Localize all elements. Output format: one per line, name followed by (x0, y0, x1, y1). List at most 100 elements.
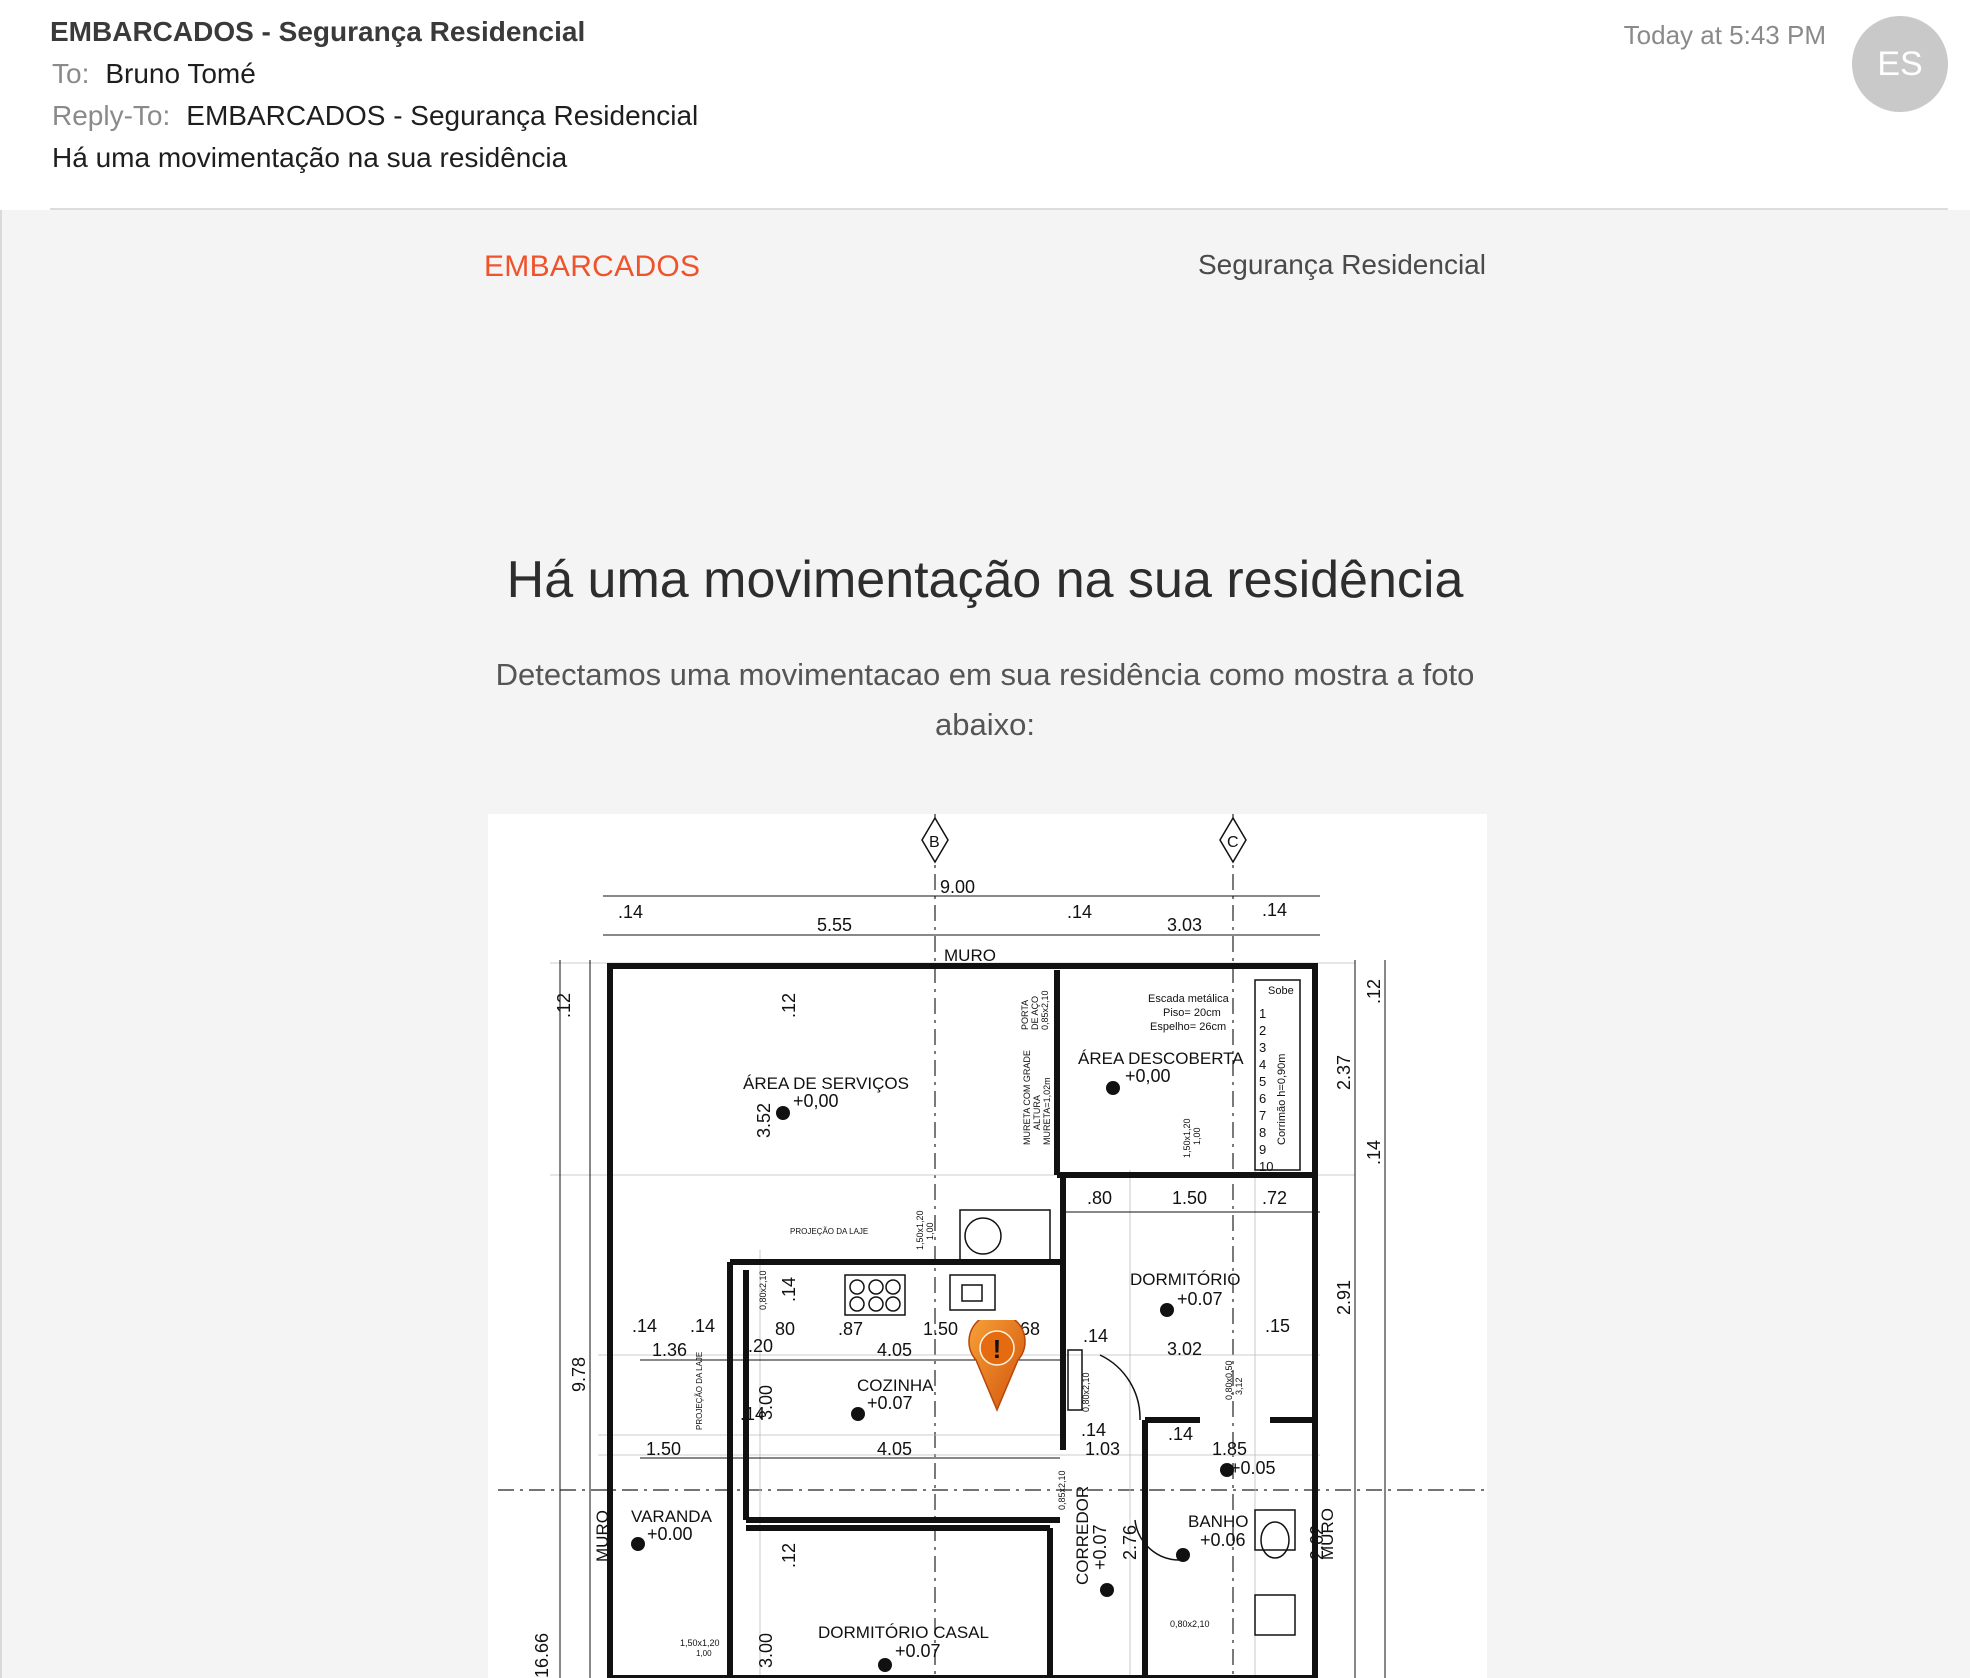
brand-logo[interactable]: EMBARCADOS (484, 250, 700, 284)
alert-marker-pin[interactable]: ! (968, 1320, 1026, 1412)
svg-text:.14: .14 (1081, 1420, 1106, 1440)
to-label: To: (52, 58, 90, 89)
to-recipient[interactable]: Bruno Tomé (105, 58, 255, 89)
svg-text:1,00: 1,00 (1192, 1127, 1202, 1145)
svg-text:.14: .14 (1168, 1424, 1193, 1444)
svg-text:7: 7 (1259, 1108, 1266, 1123)
svg-text:9.78: 9.78 (569, 1357, 589, 1392)
message-header: EMBARCADOS - Segurança Residencial To: Br… (0, 0, 1970, 210)
svg-text:.14: .14 (779, 1277, 799, 1302)
warning-icon: ! (993, 1334, 1002, 1364)
svg-text:Escada metálica: Escada metálica (1148, 993, 1230, 1005)
svg-text:B: B (929, 834, 940, 851)
svg-text:.12: .12 (554, 993, 574, 1018)
svg-text:0,85x2,10: 0,85x2,10 (1057, 1470, 1067, 1510)
axis-marker-b: B (921, 816, 949, 864)
svg-text:1.85: 1.85 (1212, 1439, 1247, 1459)
svg-text:ALTURA: ALTURA (1032, 1095, 1042, 1130)
svg-text:3.02: 3.02 (1167, 1339, 1202, 1359)
svg-text:.14: .14 (1364, 1140, 1384, 1165)
svg-text:+0.05: +0.05 (1230, 1458, 1276, 1478)
svg-text:+0.00: +0.00 (647, 1524, 693, 1544)
svg-text:+0.07: +0.07 (1177, 1289, 1223, 1309)
svg-text:1: 1 (1259, 1006, 1266, 1021)
svg-text:1.50: 1.50 (646, 1439, 681, 1459)
walls (607, 963, 1318, 1678)
sender-name[interactable]: EMBARCADOS - Segurança Residencial (50, 16, 585, 48)
svg-text:6: 6 (1259, 1091, 1266, 1106)
svg-text:MURO: MURO (1318, 1508, 1337, 1560)
svg-text:PORTA: PORTA (1020, 1000, 1030, 1030)
svg-text:PROJEÇÃO DA LAJE: PROJEÇÃO DA LAJE (695, 1352, 704, 1430)
svg-text:.20: .20 (748, 1336, 773, 1356)
floorplan-image[interactable]: B C 1 2 3 4 5 6 7 8 9 10 9.00 5.55 3.03 … (488, 814, 1487, 1678)
svg-text:8: 8 (1259, 1125, 1266, 1140)
svg-text:Sobe: Sobe (1268, 985, 1294, 997)
svg-text:3,12: 3,12 (1234, 1377, 1244, 1395)
room-labels: MURO MURO MURO ÁREA DE SERVIÇOS +0,00 ÁR… (593, 946, 1337, 1661)
svg-text:MURO: MURO (593, 1510, 612, 1562)
svg-text:3.03: 3.03 (1167, 915, 1202, 935)
stair-numbers: 1 2 3 4 5 6 7 8 9 10 (1259, 1006, 1273, 1174)
svg-text:DORMITÓRIO: DORMITÓRIO (1130, 1270, 1241, 1289)
avatar[interactable]: ES (1852, 16, 1948, 112)
svg-text:0,85x2,10: 0,85x2,10 (1040, 990, 1050, 1030)
reply-to-row: Reply-To: EMBARCADOS - Segurança Residenc… (52, 100, 698, 132)
svg-text:MURETA=1,02m: MURETA=1,02m (1042, 1077, 1052, 1145)
svg-text:0,80x2,10: 0,80x2,10 (758, 1270, 768, 1310)
svg-text:16.66: 16.66 (532, 1633, 552, 1678)
svg-text:.14: .14 (618, 902, 643, 922)
svg-text:5.55: 5.55 (817, 915, 852, 935)
svg-text:.14: .14 (1067, 902, 1092, 922)
svg-text:0,80x2,10: 0,80x2,10 (1081, 1372, 1091, 1412)
svg-text:Corrimão h=0,90m: Corrimão h=0,90m (1276, 1054, 1288, 1145)
reply-to-address[interactable]: EMBARCADOS - Segurança Residencial (186, 100, 698, 131)
svg-text:.80: .80 (1087, 1188, 1112, 1208)
svg-text:Piso= 20cm: Piso= 20cm (1163, 1007, 1221, 1019)
svg-text:3.00: 3.00 (756, 1385, 776, 1420)
svg-text:MURETA COM GRADE: MURETA COM GRADE (1022, 1050, 1032, 1145)
svg-text:.12: .12 (779, 1543, 799, 1568)
svg-text:3.00: 3.00 (756, 1633, 776, 1668)
svg-text:2: 2 (1259, 1023, 1266, 1038)
svg-text:.15: .15 (1265, 1316, 1290, 1336)
svg-text:80: 80 (775, 1319, 795, 1339)
svg-text:+0,00: +0,00 (793, 1091, 839, 1111)
svg-text:1.50: 1.50 (923, 1319, 958, 1339)
svg-text:DORMITÓRIO CASAL: DORMITÓRIO CASAL (818, 1623, 989, 1642)
to-row: To: Bruno Tomé (52, 58, 256, 90)
svg-text:DE AÇO: DE AÇO (1030, 996, 1040, 1030)
svg-text:2.37: 2.37 (1334, 1055, 1354, 1090)
timestamp: Today at 5:43 PM (1623, 20, 1826, 50)
svg-text:10: 10 (1259, 1159, 1273, 1174)
svg-text:.87: .87 (838, 1319, 863, 1339)
svg-text:9.00: 9.00 (940, 877, 975, 897)
svg-text:+0.07: +0.07 (895, 1641, 941, 1661)
svg-text:+0.06: +0.06 (1200, 1530, 1246, 1550)
svg-text:3: 3 (1259, 1040, 1266, 1055)
svg-text:.12: .12 (779, 993, 799, 1018)
alert-headline: Há uma movimentação na sua residência (506, 551, 1464, 609)
svg-text:.14: .14 (632, 1316, 657, 1336)
axis-marker-c: C (1219, 816, 1247, 864)
svg-text:0,80x2,10: 0,80x2,10 (1170, 1619, 1210, 1629)
svg-text:1.03: 1.03 (1085, 1439, 1120, 1459)
svg-text:PROJEÇÃO DA LAJE: PROJEÇÃO DA LAJE (790, 1227, 868, 1236)
floorplan-drawing: B C 1 2 3 4 5 6 7 8 9 10 9.00 5.55 3.03 … (498, 814, 1485, 1678)
svg-text:+0.07: +0.07 (867, 1393, 913, 1413)
svg-text:1.36: 1.36 (652, 1340, 687, 1360)
svg-text:4: 4 (1259, 1057, 1266, 1072)
svg-text:1,00: 1,00 (696, 1649, 712, 1658)
svg-text:+0,00: +0,00 (1125, 1066, 1171, 1086)
svg-text:.72: .72 (1262, 1188, 1287, 1208)
reply-to-label: Reply-To: (52, 100, 171, 131)
svg-text:3.52: 3.52 (754, 1103, 774, 1138)
svg-text:1,50x1,20: 1,50x1,20 (915, 1210, 925, 1250)
svg-text:Espelho= 26cm: Espelho= 26cm (1150, 1021, 1226, 1033)
svg-text:.14: .14 (690, 1316, 715, 1336)
svg-text:BANHO: BANHO (1188, 1512, 1248, 1531)
svg-text:C: C (1227, 834, 1239, 851)
svg-text:.12: .12 (1364, 979, 1384, 1004)
svg-text:9: 9 (1259, 1142, 1266, 1157)
svg-text:0,80x0,50: 0,80x0,50 (1224, 1360, 1234, 1400)
